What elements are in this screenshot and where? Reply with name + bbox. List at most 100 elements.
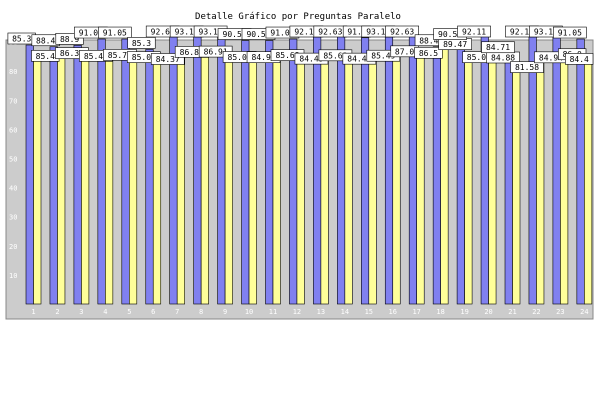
bar-series-2-17 — [416, 51, 425, 305]
x-tick-label: 22 — [532, 308, 540, 316]
x-tick-label: 9 — [223, 308, 227, 316]
y-tick-label: 60 — [9, 126, 17, 134]
x-tick-label: 10 — [245, 308, 253, 316]
bar-series-1-11 — [265, 40, 274, 305]
x-tick-label: 7 — [175, 308, 179, 316]
bar-series-1-9 — [217, 32, 226, 305]
y-tick-label: 10 — [9, 272, 17, 280]
value-label: 92.63 — [318, 28, 342, 37]
bar-series-2-7 — [176, 51, 185, 305]
bar-series-2-6 — [152, 58, 162, 305]
y-tick-label: 50 — [9, 156, 17, 164]
x-tick-label: 2 — [55, 308, 59, 316]
bar-series-2-3 — [81, 55, 90, 305]
bar-series-1-16 — [384, 32, 394, 305]
x-tick-label: 21 — [508, 308, 516, 316]
bar-series-2-15 — [368, 54, 377, 305]
x-tick-label: 1 — [31, 308, 35, 316]
bar-series-1-4 — [97, 38, 106, 305]
bar-series-1-12 — [289, 38, 298, 305]
value-label: 84.88 — [491, 53, 515, 62]
value-label: 81.58 — [515, 63, 539, 72]
y-tick-label: 30 — [9, 214, 17, 222]
value-label: 89.47 — [443, 40, 467, 49]
bar-series-2-21 — [512, 66, 521, 305]
value-label: 85.4 — [36, 52, 55, 61]
bar-series-1-5 — [121, 38, 130, 305]
x-tick-label: 15 — [365, 308, 373, 316]
bar-series-2-22 — [536, 56, 545, 305]
x-tick-label: 5 — [127, 308, 131, 316]
bar-series-2-13 — [320, 54, 329, 305]
bar-series-1-17 — [408, 34, 418, 305]
bar-series-2-4 — [105, 54, 114, 305]
value-label: 92.63 — [390, 28, 414, 37]
y-tick-label: 80 — [9, 68, 17, 76]
bar-series-1-6 — [145, 49, 154, 305]
bar-series-2-9 — [224, 56, 233, 305]
value-label: 88.4 — [36, 36, 55, 45]
bar-series-2-2 — [57, 52, 66, 305]
bar-series-1-3 — [73, 45, 82, 305]
bar-series-1-18 — [432, 46, 441, 305]
y-tick-label: 20 — [9, 243, 17, 251]
x-tick-label: 24 — [580, 308, 588, 316]
y-tick-label: 40 — [9, 185, 17, 193]
bar-series-2-16 — [392, 50, 401, 305]
bar-series-2-18 — [440, 43, 449, 305]
bar-series-1-14 — [337, 34, 346, 305]
x-tick-label: 4 — [103, 308, 107, 316]
bar-series-2-20 — [488, 56, 497, 305]
chart-title: Detalle Gráfico por Preguntas Paralelo — [195, 12, 401, 22]
value-label: 85.0 — [467, 53, 486, 62]
bar-series-1-15 — [360, 37, 370, 305]
x-tick-label: 11 — [269, 308, 277, 316]
value-label: 85.3 — [132, 39, 151, 48]
bar-series-1-8 — [193, 32, 202, 305]
x-tick-label: 18 — [436, 308, 444, 316]
bar-series-1-22 — [528, 35, 537, 305]
bar-series-2-5 — [129, 56, 138, 305]
bar-series-2-24 — [584, 58, 593, 305]
value-label: 91.05 — [558, 29, 582, 38]
x-tick-label: 16 — [389, 308, 397, 316]
y-tick-label: 70 — [9, 97, 17, 105]
x-tick-label: 19 — [460, 308, 468, 316]
x-tick-label: 6 — [151, 308, 155, 316]
bar-series-2-10 — [248, 56, 257, 305]
value-label: 84.4 — [570, 55, 589, 64]
bar-series-1-1 — [25, 44, 34, 305]
bar-series-2-8 — [200, 50, 209, 305]
bar-chart: Detalle Gráfico por Preguntas Paralelo 1… — [5, 12, 594, 320]
bar-series-1-13 — [313, 35, 322, 305]
x-tick-label: 3 — [79, 308, 83, 316]
bar-series-1-2 — [49, 46, 58, 305]
bar-series-1-24 — [576, 38, 585, 305]
bar-series-2-11 — [272, 54, 281, 305]
value-label: 87.0 — [395, 47, 414, 56]
value-label: 84.71 — [486, 43, 510, 52]
value-label: 85.3 — [12, 35, 31, 44]
value-label: 86.5 — [419, 49, 438, 58]
bar-series-1-19 — [456, 40, 465, 305]
bar-series-2-19 — [464, 56, 473, 305]
x-tick-label: 12 — [293, 308, 301, 316]
value-label: 91.05 — [103, 29, 127, 38]
x-tick-label: 17 — [412, 308, 420, 316]
bar-series-1-7 — [169, 34, 178, 305]
chart-container: Detalle Gráfico por Preguntas Paralelo 1… — [0, 0, 600, 400]
x-tick-label: 20 — [484, 308, 492, 316]
bar-series-1-20 — [480, 35, 489, 305]
x-tick-label: 8 — [199, 308, 203, 316]
bar-series-2-14 — [344, 57, 353, 305]
bar-series-1-10 — [241, 40, 250, 305]
x-tick-label: 14 — [341, 308, 349, 316]
bar-series-2-1 — [33, 55, 42, 305]
y-axis-ticks: 102030405060708090 — [9, 39, 17, 280]
x-tick-label: 23 — [556, 308, 564, 316]
bar-series-1-21 — [504, 53, 513, 305]
value-label: 92.11 — [462, 28, 486, 37]
bar-series-2-23 — [560, 53, 569, 305]
bar-series-1-23 — [552, 32, 561, 305]
bar-series-2-12 — [296, 57, 305, 305]
